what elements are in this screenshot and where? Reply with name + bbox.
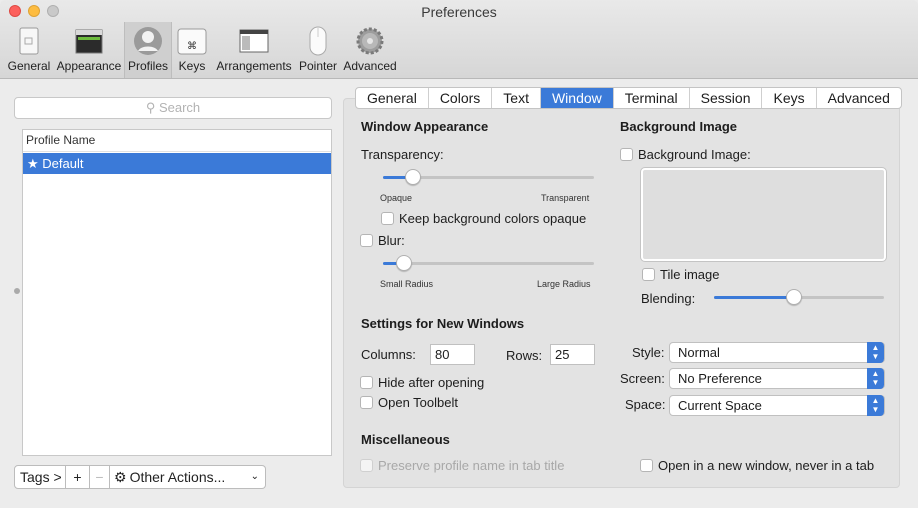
rows-label: Rows: — [506, 348, 543, 363]
bg-image-well[interactable] — [641, 168, 886, 261]
general-icon — [19, 27, 39, 55]
space-select[interactable]: Current Space ▲ ▼ — [669, 395, 885, 416]
profiles-icon — [134, 27, 162, 55]
tab-colors[interactable]: Colors — [429, 88, 493, 108]
transparency-label: Transparency: — [361, 147, 444, 162]
rows-field[interactable]: 25 — [550, 344, 595, 365]
misc-heading: Miscellaneous — [361, 432, 450, 447]
open-new-window-label: Open in a new window, never in a tab — [658, 458, 875, 473]
transparency-slider-knob[interactable] — [405, 169, 421, 185]
profile-name-header[interactable]: Profile Name — [23, 130, 331, 152]
arrangements-icon — [239, 29, 269, 53]
background-image-heading: Background Image — [620, 119, 738, 134]
toolbar-keys[interactable]: ⌘ Keys — [175, 22, 209, 78]
add-profile-button[interactable]: + — [66, 465, 90, 489]
transparency-slider[interactable] — [383, 169, 594, 185]
tab-session[interactable]: Session — [690, 88, 763, 108]
columns-label: Columns: — [361, 347, 416, 362]
tile-image-checkbox[interactable] — [642, 268, 655, 281]
keep-bg-opaque-label: Keep background colors opaque — [399, 211, 587, 226]
search-input[interactable]: ⚲ Search — [14, 97, 332, 119]
tab-terminal[interactable]: Terminal — [614, 88, 690, 108]
updown-arrows-icon: ▲ ▼ — [867, 342, 884, 363]
svg-text:⌘: ⌘ — [187, 41, 197, 52]
preserve-name-label: Preserve profile name in tab title — [378, 458, 565, 473]
search-icon: ⚲ — [145, 100, 156, 115]
preferences-window: Preferences General Appearance Profiles … — [0, 0, 918, 508]
profile-actions-bar: Tags > + − ⚙ Other Actions... ⌄ — [14, 465, 266, 489]
new-windows-heading: Settings for New Windows — [361, 316, 525, 331]
bg-image-checkbox[interactable] — [620, 148, 633, 161]
blending-label: Blending: — [641, 291, 696, 306]
toolbar-profiles[interactable]: Profiles — [124, 22, 172, 78]
opaque-label: Opaque — [380, 193, 413, 203]
screen-label: Screen: — [620, 371, 665, 386]
blur-slider[interactable] — [383, 255, 594, 271]
columns-field[interactable]: 80 — [430, 344, 475, 365]
tab-keys[interactable]: Keys — [762, 88, 817, 108]
window-title: Preferences — [421, 4, 497, 20]
space-label: Space: — [625, 397, 666, 412]
updown-arrows-icon: ▲ ▼ — [867, 395, 884, 416]
tab-advanced[interactable]: Advanced — [817, 88, 901, 108]
toolbar-general[interactable]: General — [5, 22, 53, 78]
pointer-icon — [309, 26, 327, 56]
tile-image-label: Tile image — [660, 267, 720, 282]
keep-bg-opaque-checkbox[interactable] — [381, 212, 394, 225]
blending-slider-knob[interactable] — [786, 289, 802, 305]
toolbar-advanced[interactable]: Advanced — [343, 22, 397, 78]
open-toolbelt-checkbox[interactable] — [360, 396, 373, 409]
small-radius-label: Small Radius — [380, 279, 434, 289]
hide-after-opening-checkbox[interactable] — [360, 376, 373, 389]
blending-slider-fill — [714, 296, 794, 299]
profiles-sidebar: ⚲ Search Profile Name ★ Default Tags > +… — [0, 80, 343, 508]
style-select[interactable]: Normal ▲ ▼ — [669, 342, 885, 363]
style-label: Style: — [632, 345, 665, 360]
large-radius-label: Large Radius — [537, 279, 591, 289]
split-handle[interactable] — [14, 288, 20, 294]
toolbar-pointer[interactable]: Pointer — [297, 22, 339, 78]
tab-window[interactable]: Window — [540, 88, 614, 108]
remove-profile-button[interactable]: − — [90, 465, 110, 489]
other-actions-button[interactable]: ⚙ Other Actions... ⌄ — [110, 465, 266, 489]
toolbar-arrangements[interactable]: Arrangements — [215, 22, 293, 78]
keys-icon: ⌘ — [177, 28, 207, 55]
tab-general[interactable]: General — [356, 88, 429, 108]
blur-slider-knob[interactable] — [396, 255, 412, 271]
blending-slider[interactable] — [714, 289, 884, 305]
profile-row-default[interactable]: ★ Default — [23, 153, 331, 174]
profile-list[interactable]: Profile Name ★ Default — [22, 129, 332, 456]
hide-after-opening-label: Hide after opening — [378, 375, 485, 390]
tags-button[interactable]: Tags > — [14, 465, 66, 489]
blur-label: Blur: — [378, 233, 405, 248]
tab-text[interactable]: Text — [492, 88, 541, 108]
chevron-down-icon: ⌄ — [250, 471, 259, 482]
bg-image-label: Background Image: — [638, 147, 751, 162]
transparent-label: Transparent — [541, 193, 590, 203]
toolbar-appearance[interactable]: Appearance — [55, 22, 123, 78]
appearance-icon — [75, 29, 103, 54]
preserve-name-checkbox — [360, 459, 373, 472]
screen-select[interactable]: No Preference ▲ ▼ — [669, 368, 885, 389]
open-new-window-checkbox[interactable] — [640, 459, 653, 472]
toolbar: Preferences General Appearance Profiles … — [0, 0, 918, 79]
window-appearance-heading: Window Appearance — [361, 119, 489, 134]
blur-checkbox[interactable] — [360, 234, 373, 247]
profile-tabs: General Colors Text Window Terminal Sess… — [355, 87, 902, 109]
gear-icon: ⚙ — [114, 469, 127, 485]
open-toolbelt-label: Open Toolbelt — [378, 395, 458, 410]
gear-icon — [356, 27, 384, 55]
updown-arrows-icon: ▲ ▼ — [867, 368, 884, 389]
